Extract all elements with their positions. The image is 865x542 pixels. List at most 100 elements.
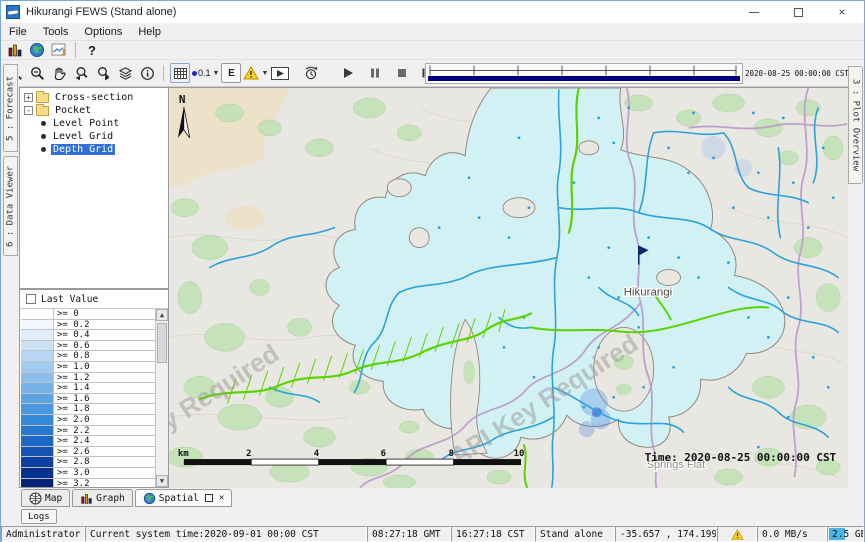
stop-button[interactable]: [392, 63, 412, 83]
legend-row: >= 3.2: [21, 479, 155, 489]
tab-label: Spatial: [159, 493, 199, 504]
spatial-globe-icon: [143, 492, 156, 505]
tree-node-level-grid[interactable]: Level Grid: [20, 130, 168, 143]
zoom-previous-button[interactable]: [71, 63, 91, 83]
tree-node-depth-grid[interactable]: Depth Grid: [20, 143, 168, 156]
last-value-checkbox[interactable]: [26, 294, 36, 304]
maximize-button[interactable]: [776, 1, 820, 23]
layers-icon: [118, 66, 133, 81]
hand-icon: [52, 66, 67, 81]
menu-file[interactable]: File: [1, 23, 35, 40]
status-warning[interactable]: [717, 526, 757, 542]
legend-table: >= 0 >= 0.2 >= 0.4 >= 0.6 >= 0.8 >= 1.0 …: [20, 309, 168, 487]
legend-swatch: [21, 415, 54, 425]
map-canvas: API Key Required API Key Required Hikura…: [169, 88, 848, 489]
tree-node-label: Pocket: [53, 105, 93, 116]
legend-swatch: [21, 457, 54, 467]
pan-button[interactable]: [49, 63, 69, 83]
legend-swatch: [21, 479, 54, 489]
layer-tree-panel: + Cross-section - Pocket Level Point Lev…: [19, 87, 169, 289]
legend-label: >= 1.0: [54, 362, 155, 372]
collapse-icon[interactable]: -: [24, 106, 33, 115]
animation-settings-button[interactable]: [301, 63, 321, 83]
tab-graph[interactable]: Graph: [72, 489, 133, 507]
tab-restore-icon[interactable]: [205, 494, 213, 502]
legend-row: >= 0.8: [21, 351, 155, 362]
folder-icon: [36, 106, 49, 116]
legend-swatch: [21, 436, 54, 446]
close-button[interactable]: ×: [820, 1, 864, 23]
legend-row: >= 1.8: [21, 404, 155, 415]
stop-icon: [396, 67, 408, 79]
scale-tick: 8: [448, 449, 453, 459]
app-icon: [6, 5, 20, 19]
scale-tick: 6: [381, 449, 386, 459]
tab-map[interactable]: Map: [21, 489, 70, 507]
warning-triangle-icon: [243, 66, 259, 80]
zoom-out-icon: [30, 66, 45, 81]
last-value-row: Last Value: [20, 290, 168, 309]
tab-close-icon[interactable]: ✕: [219, 493, 224, 503]
tab-forecast[interactable]: 5 : Forecast: [3, 64, 18, 152]
legend-swatch: [21, 394, 54, 404]
time-slider[interactable]: [425, 63, 743, 84]
window-controls: ×: [732, 1, 864, 23]
legend-row: >= 2.8: [21, 457, 155, 468]
scroll-down-icon[interactable]: ▼: [156, 475, 168, 487]
thresholds-button[interactable]: ▼: [243, 63, 268, 83]
legend-label: >= 0.6: [54, 341, 155, 351]
status-local-time: 16:27:18 CST: [451, 526, 535, 542]
expand-icon[interactable]: +: [24, 93, 33, 102]
tab-spatial[interactable]: Spatial ✕: [135, 489, 232, 507]
legend-row: >= 0: [21, 309, 155, 320]
legend-row: >= 2.4: [21, 436, 155, 447]
scroll-up-icon[interactable]: ▲: [156, 309, 168, 321]
toolbar-separator: [75, 42, 76, 58]
data-display-button[interactable]: [5, 40, 25, 60]
layers-button[interactable]: [115, 63, 135, 83]
tree-node-level-point[interactable]: Level Point: [20, 117, 168, 130]
timeseries-button[interactable]: [49, 40, 69, 60]
status-coordinates: -35.657 , 174.199: [615, 526, 717, 542]
spatial-display-button[interactable]: [27, 40, 47, 60]
tab-data-viewer[interactable]: 6 : Data Viewer: [3, 156, 18, 256]
play-button[interactable]: [338, 63, 358, 83]
info-button[interactable]: [137, 63, 157, 83]
legend-label: >= 2.2: [54, 426, 155, 436]
zoom-next-button[interactable]: [93, 63, 113, 83]
animation-player-button[interactable]: [270, 63, 290, 83]
title-bar: Hikurangi FEWS (Stand alone) ×: [1, 1, 864, 23]
menu-tools[interactable]: Tools: [35, 23, 77, 40]
tree-node-cross-section[interactable]: + Cross-section: [20, 91, 168, 104]
legend-scrollbar[interactable]: ▲ ▼: [155, 309, 168, 487]
menu-options[interactable]: Options: [76, 23, 130, 40]
help-button[interactable]: ?: [82, 40, 102, 60]
legend-swatch: [21, 362, 54, 372]
legend-swatch: [21, 383, 54, 393]
pause-button[interactable]: [365, 63, 385, 83]
status-download-speed: 0.0 MB/s: [757, 526, 827, 542]
contour-interval-button[interactable]: 0.1 ▼: [192, 63, 219, 83]
logs-button[interactable]: Logs: [21, 509, 57, 524]
chart-arrow-icon: [51, 42, 67, 58]
grid-display-button[interactable]: [170, 63, 190, 83]
zoom-out-button[interactable]: [27, 63, 47, 83]
legend-label: >= 1.4: [54, 383, 155, 393]
map-toolbar: 0.1 ▼ E ▼: [1, 60, 864, 87]
timeline-extent-bar: [428, 76, 740, 81]
map-view[interactable]: API Key Required API Key Required Hikura…: [169, 87, 848, 488]
legend-label: >= 0.8: [54, 351, 155, 361]
grid-icon: [173, 66, 188, 81]
menu-help[interactable]: Help: [130, 23, 169, 40]
last-value-label: Last Value: [41, 294, 98, 305]
tree-node-pocket[interactable]: - Pocket: [20, 104, 168, 117]
legend-label: >= 3.0: [54, 468, 155, 478]
tab-plot-overview[interactable]: 3 : Plot Overview: [848, 66, 863, 184]
scale-tick: 4: [314, 449, 319, 459]
bar-chart-icon: [7, 42, 23, 58]
main-toolbar: ?: [1, 41, 864, 60]
minimize-button[interactable]: [732, 1, 776, 23]
north-label: N: [179, 93, 186, 106]
scroll-thumb[interactable]: [157, 323, 167, 363]
label-toggle-button[interactable]: E: [221, 63, 241, 83]
